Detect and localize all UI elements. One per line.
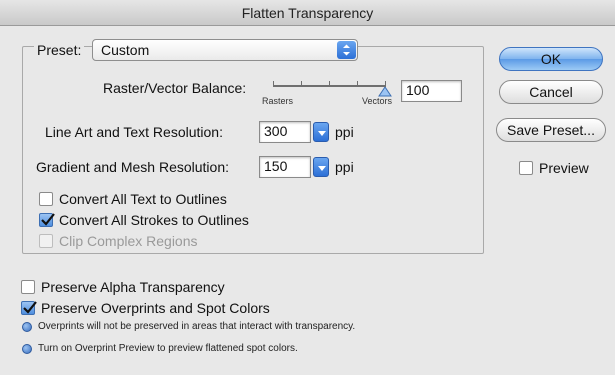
flatten-transparency-dialog: Flatten Transparency Preset: Custom Rast… <box>0 0 615 375</box>
chevron-down-icon <box>318 131 326 136</box>
window-title: Flatten Transparency <box>0 0 615 26</box>
checkmark-icon <box>41 213 55 226</box>
overprint-preview-note: Turn on Overprint Preview to preview fla… <box>38 343 298 354</box>
info-icon <box>22 322 32 332</box>
preview-label: Preview <box>539 160 589 176</box>
gradient-mesh-unit: ppi <box>335 159 354 175</box>
save-preset-button[interactable]: Save Preset... <box>496 118 606 142</box>
convert-text-outlines-label: Convert All Text to Outlines <box>59 191 227 207</box>
slider-tick <box>301 81 302 87</box>
raster-vector-label: Raster/Vector Balance: <box>103 80 247 96</box>
gradient-mesh-label: Gradient and Mesh Resolution: <box>36 159 229 175</box>
convert-strokes-outlines-checkbox[interactable] <box>39 213 55 227</box>
info-icon <box>22 344 32 354</box>
preserve-alpha-checkbox[interactable] <box>21 280 35 294</box>
slider-tick <box>273 81 274 87</box>
slider-vectors-label: Vectors <box>362 96 393 106</box>
gradient-mesh-resolution-field[interactable]: 150 <box>259 156 311 178</box>
slider-rasters-label: Rasters <box>262 96 294 106</box>
slider-tick <box>357 81 358 87</box>
slider-tick <box>329 81 330 87</box>
preset-select[interactable]: Custom <box>92 39 358 61</box>
checkmark-icon <box>23 301 37 314</box>
preserve-overprints-checkbox[interactable] <box>21 301 37 315</box>
preset-label: Preset: <box>34 42 85 58</box>
line-art-unit: ppi <box>335 124 354 140</box>
gradient-mesh-dropdown-button[interactable] <box>313 157 329 177</box>
convert-text-outlines-checkbox[interactable] <box>39 192 53 206</box>
cancel-button[interactable]: Cancel <box>499 80 603 104</box>
preview-checkbox[interactable] <box>519 161 533 175</box>
overprint-note: Overprints will not be preserved in area… <box>38 321 356 332</box>
raster-vector-value-field[interactable]: 100 <box>401 80 462 102</box>
line-art-label: Line Art and Text Resolution: <box>45 124 223 140</box>
convert-strokes-outlines-label: Convert All Strokes to Outlines <box>59 212 249 228</box>
line-art-dropdown-button[interactable] <box>313 122 329 142</box>
chevron-down-icon <box>318 166 326 171</box>
line-art-resolution-field[interactable]: 300 <box>259 121 311 143</box>
preserve-alpha-label: Preserve Alpha Transparency <box>41 279 225 295</box>
select-stepper-icon <box>337 41 356 59</box>
clip-complex-regions-checkbox[interactable] <box>39 234 53 248</box>
ok-button[interactable]: OK <box>499 47 603 71</box>
clip-complex-regions-label: Clip Complex Regions <box>59 233 198 249</box>
preserve-overprints-label: Preserve Overprints and Spot Colors <box>41 300 270 316</box>
preset-value: Custom <box>101 42 150 58</box>
